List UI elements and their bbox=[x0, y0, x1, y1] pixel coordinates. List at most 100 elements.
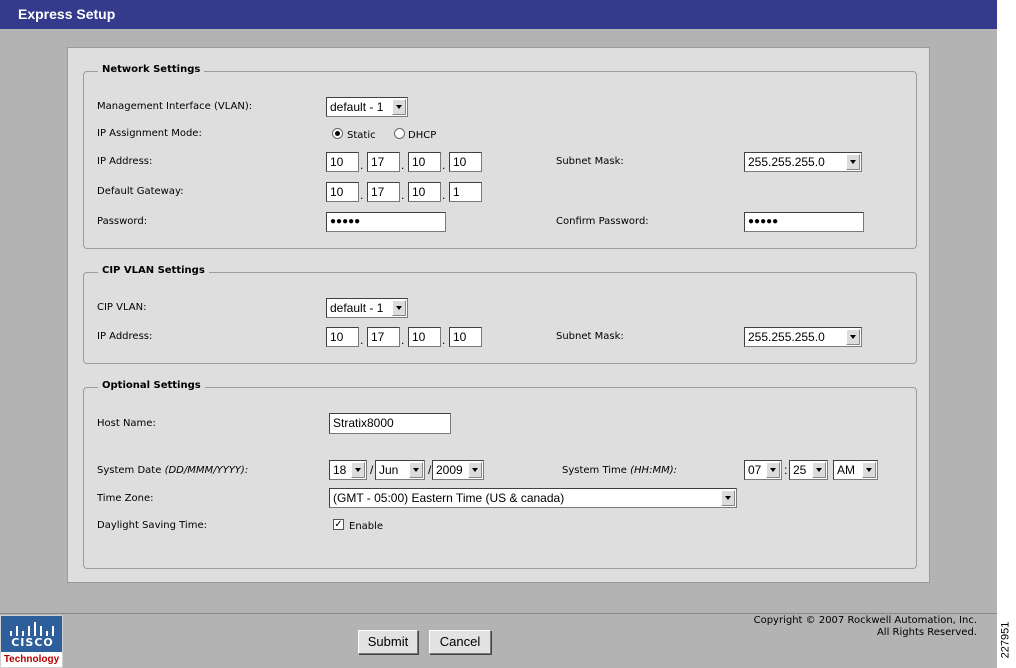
ip-dot: . bbox=[442, 333, 446, 347]
chevron-down-icon[interactable] bbox=[468, 462, 482, 478]
ip-dot: . bbox=[401, 188, 405, 202]
static-radio[interactable] bbox=[332, 128, 343, 139]
dhcp-label: DHCP bbox=[408, 130, 437, 141]
cip-subnet-mask-select[interactable]: 255.255.255.0 bbox=[744, 327, 862, 347]
footer-divider bbox=[0, 613, 997, 614]
cancel-button[interactable]: Cancel bbox=[429, 630, 491, 654]
chevron-down-icon[interactable] bbox=[846, 154, 860, 170]
host-name-label: Host Name: bbox=[97, 418, 156, 429]
ip-dot: . bbox=[360, 333, 364, 347]
gateway-octet-3[interactable]: 10 bbox=[408, 182, 441, 202]
optional-settings-legend: Optional Settings bbox=[98, 380, 205, 391]
ip-dot: . bbox=[401, 333, 405, 347]
optional-settings-group: Optional Settings Host Name: Stratix8000… bbox=[83, 380, 917, 569]
cip-ip-address-label: IP Address: bbox=[97, 331, 153, 342]
time-zone-value: (GMT - 05:00) Eastern Time (US & canada) bbox=[333, 491, 565, 505]
chevron-down-icon[interactable] bbox=[846, 329, 860, 345]
cisco-logo-text: CISCO bbox=[11, 636, 54, 649]
ip-octet-3[interactable]: 10 bbox=[408, 152, 441, 172]
chevron-down-icon[interactable] bbox=[721, 490, 735, 506]
dhcp-radio[interactable] bbox=[394, 128, 405, 139]
cisco-logo-tagline: Technology bbox=[1, 652, 62, 667]
ip-address-label: IP Address: bbox=[97, 156, 153, 167]
figure-id: 227951 bbox=[999, 620, 1015, 664]
chevron-down-icon[interactable] bbox=[409, 462, 423, 478]
year-select[interactable]: 2009 bbox=[432, 460, 484, 480]
dst-label: Daylight Saving Time: bbox=[97, 520, 207, 531]
system-time-hint: (HH:MM): bbox=[630, 465, 677, 476]
hour-select[interactable]: 07 bbox=[744, 460, 782, 480]
ip-octet-1[interactable]: 10 bbox=[326, 152, 359, 172]
day-select[interactable]: 18 bbox=[329, 460, 367, 480]
cip-ip-octet-2[interactable]: 17 bbox=[367, 327, 400, 347]
chevron-down-icon[interactable] bbox=[351, 462, 365, 478]
time-zone-select[interactable]: (GMT - 05:00) Eastern Time (US & canada) bbox=[329, 488, 737, 508]
cip-vlan-select[interactable]: default - 1 bbox=[326, 298, 408, 318]
subnet-mask-select[interactable]: 255.255.255.0 bbox=[744, 152, 862, 172]
system-time-text: System Time bbox=[562, 465, 627, 476]
gateway-octet-2[interactable]: 17 bbox=[367, 182, 400, 202]
day-value: 18 bbox=[333, 463, 347, 477]
minute-select[interactable]: 25 bbox=[789, 460, 828, 480]
static-label: Static bbox=[347, 130, 376, 141]
cip-vlan-settings-legend: CIP VLAN Settings bbox=[98, 265, 209, 276]
system-date-text: System Date bbox=[97, 465, 162, 476]
copyright-notice: Copyright © 2007 Rockwell Automation, In… bbox=[754, 615, 977, 639]
hour-value: 07 bbox=[748, 463, 762, 477]
dst-enable-checkbox[interactable]: ✓ bbox=[333, 519, 344, 530]
cisco-logo: CISCO Technology bbox=[0, 615, 63, 668]
ip-dot: . bbox=[401, 158, 405, 172]
express-setup-window: Express Setup Network Settings Managemen… bbox=[0, 0, 997, 668]
dst-enable-label: Enable bbox=[349, 521, 384, 532]
default-gateway-label: Default Gateway: bbox=[97, 186, 184, 197]
date-separator: / bbox=[370, 463, 374, 477]
month-value: Jun bbox=[379, 463, 399, 477]
copyright-line-2: All Rights Reserved. bbox=[876, 627, 977, 638]
cisco-bars-icon bbox=[7, 622, 57, 636]
system-time-label: System Time (HH:MM): bbox=[562, 465, 677, 476]
title-bar: Express Setup bbox=[0, 0, 997, 29]
confirm-password-label: Confirm Password: bbox=[556, 216, 649, 227]
mgmt-interface-label: Management Interface (VLAN): bbox=[97, 101, 253, 112]
cip-ip-octet-1[interactable]: 10 bbox=[326, 327, 359, 347]
subnet-mask-value: 255.255.255.0 bbox=[748, 155, 825, 169]
ip-octet-4[interactable]: 10 bbox=[449, 152, 482, 172]
cip-vlan-label: CIP VLAN: bbox=[97, 302, 147, 313]
ip-dot: . bbox=[442, 158, 446, 172]
chevron-down-icon[interactable] bbox=[812, 462, 826, 478]
confirm-password-field[interactable]: ●●●●● bbox=[744, 212, 864, 232]
cip-subnet-mask-value: 255.255.255.0 bbox=[748, 330, 825, 344]
chevron-down-icon[interactable] bbox=[392, 300, 406, 316]
month-select[interactable]: Jun bbox=[375, 460, 425, 480]
chevron-down-icon[interactable] bbox=[766, 462, 780, 478]
system-date-label: System Date (DD/MMM/YYYY): bbox=[97, 465, 248, 476]
year-value: 2009 bbox=[436, 463, 463, 477]
system-date-hint: (DD/MMM/YYYY): bbox=[164, 465, 249, 476]
chevron-down-icon[interactable] bbox=[862, 462, 876, 478]
window-title: Express Setup bbox=[18, 6, 116, 22]
ampm-select[interactable]: AM bbox=[833, 460, 878, 480]
network-settings-legend: Network Settings bbox=[98, 64, 205, 75]
ip-dot: . bbox=[360, 188, 364, 202]
ip-dot: . bbox=[360, 158, 364, 172]
time-separator: : bbox=[784, 463, 788, 477]
ampm-value: AM bbox=[837, 463, 855, 477]
network-settings-group: Network Settings Management Interface (V… bbox=[83, 64, 917, 249]
cip-subnet-mask-label: Subnet Mask: bbox=[556, 331, 624, 342]
cip-ip-octet-3[interactable]: 10 bbox=[408, 327, 441, 347]
cip-ip-octet-4[interactable]: 10 bbox=[449, 327, 482, 347]
cip-vlan-value: default - 1 bbox=[330, 301, 384, 315]
password-field[interactable]: ●●●●● bbox=[326, 212, 446, 232]
ip-octet-2[interactable]: 17 bbox=[367, 152, 400, 172]
figure-id-text: 227951 bbox=[999, 621, 1012, 659]
gateway-octet-4[interactable]: 1 bbox=[449, 182, 482, 202]
mgmt-interface-select[interactable]: default - 1 bbox=[326, 97, 408, 117]
gateway-octet-1[interactable]: 10 bbox=[326, 182, 359, 202]
chevron-down-icon[interactable] bbox=[392, 99, 406, 115]
mgmt-interface-value: default - 1 bbox=[330, 100, 384, 114]
submit-button[interactable]: Submit bbox=[358, 630, 418, 654]
settings-panel: Network Settings Management Interface (V… bbox=[67, 47, 930, 583]
ip-dot: . bbox=[442, 188, 446, 202]
copyright-line-1: Copyright © 2007 Rockwell Automation, In… bbox=[753, 615, 977, 626]
host-name-field[interactable]: Stratix8000 bbox=[329, 413, 451, 434]
